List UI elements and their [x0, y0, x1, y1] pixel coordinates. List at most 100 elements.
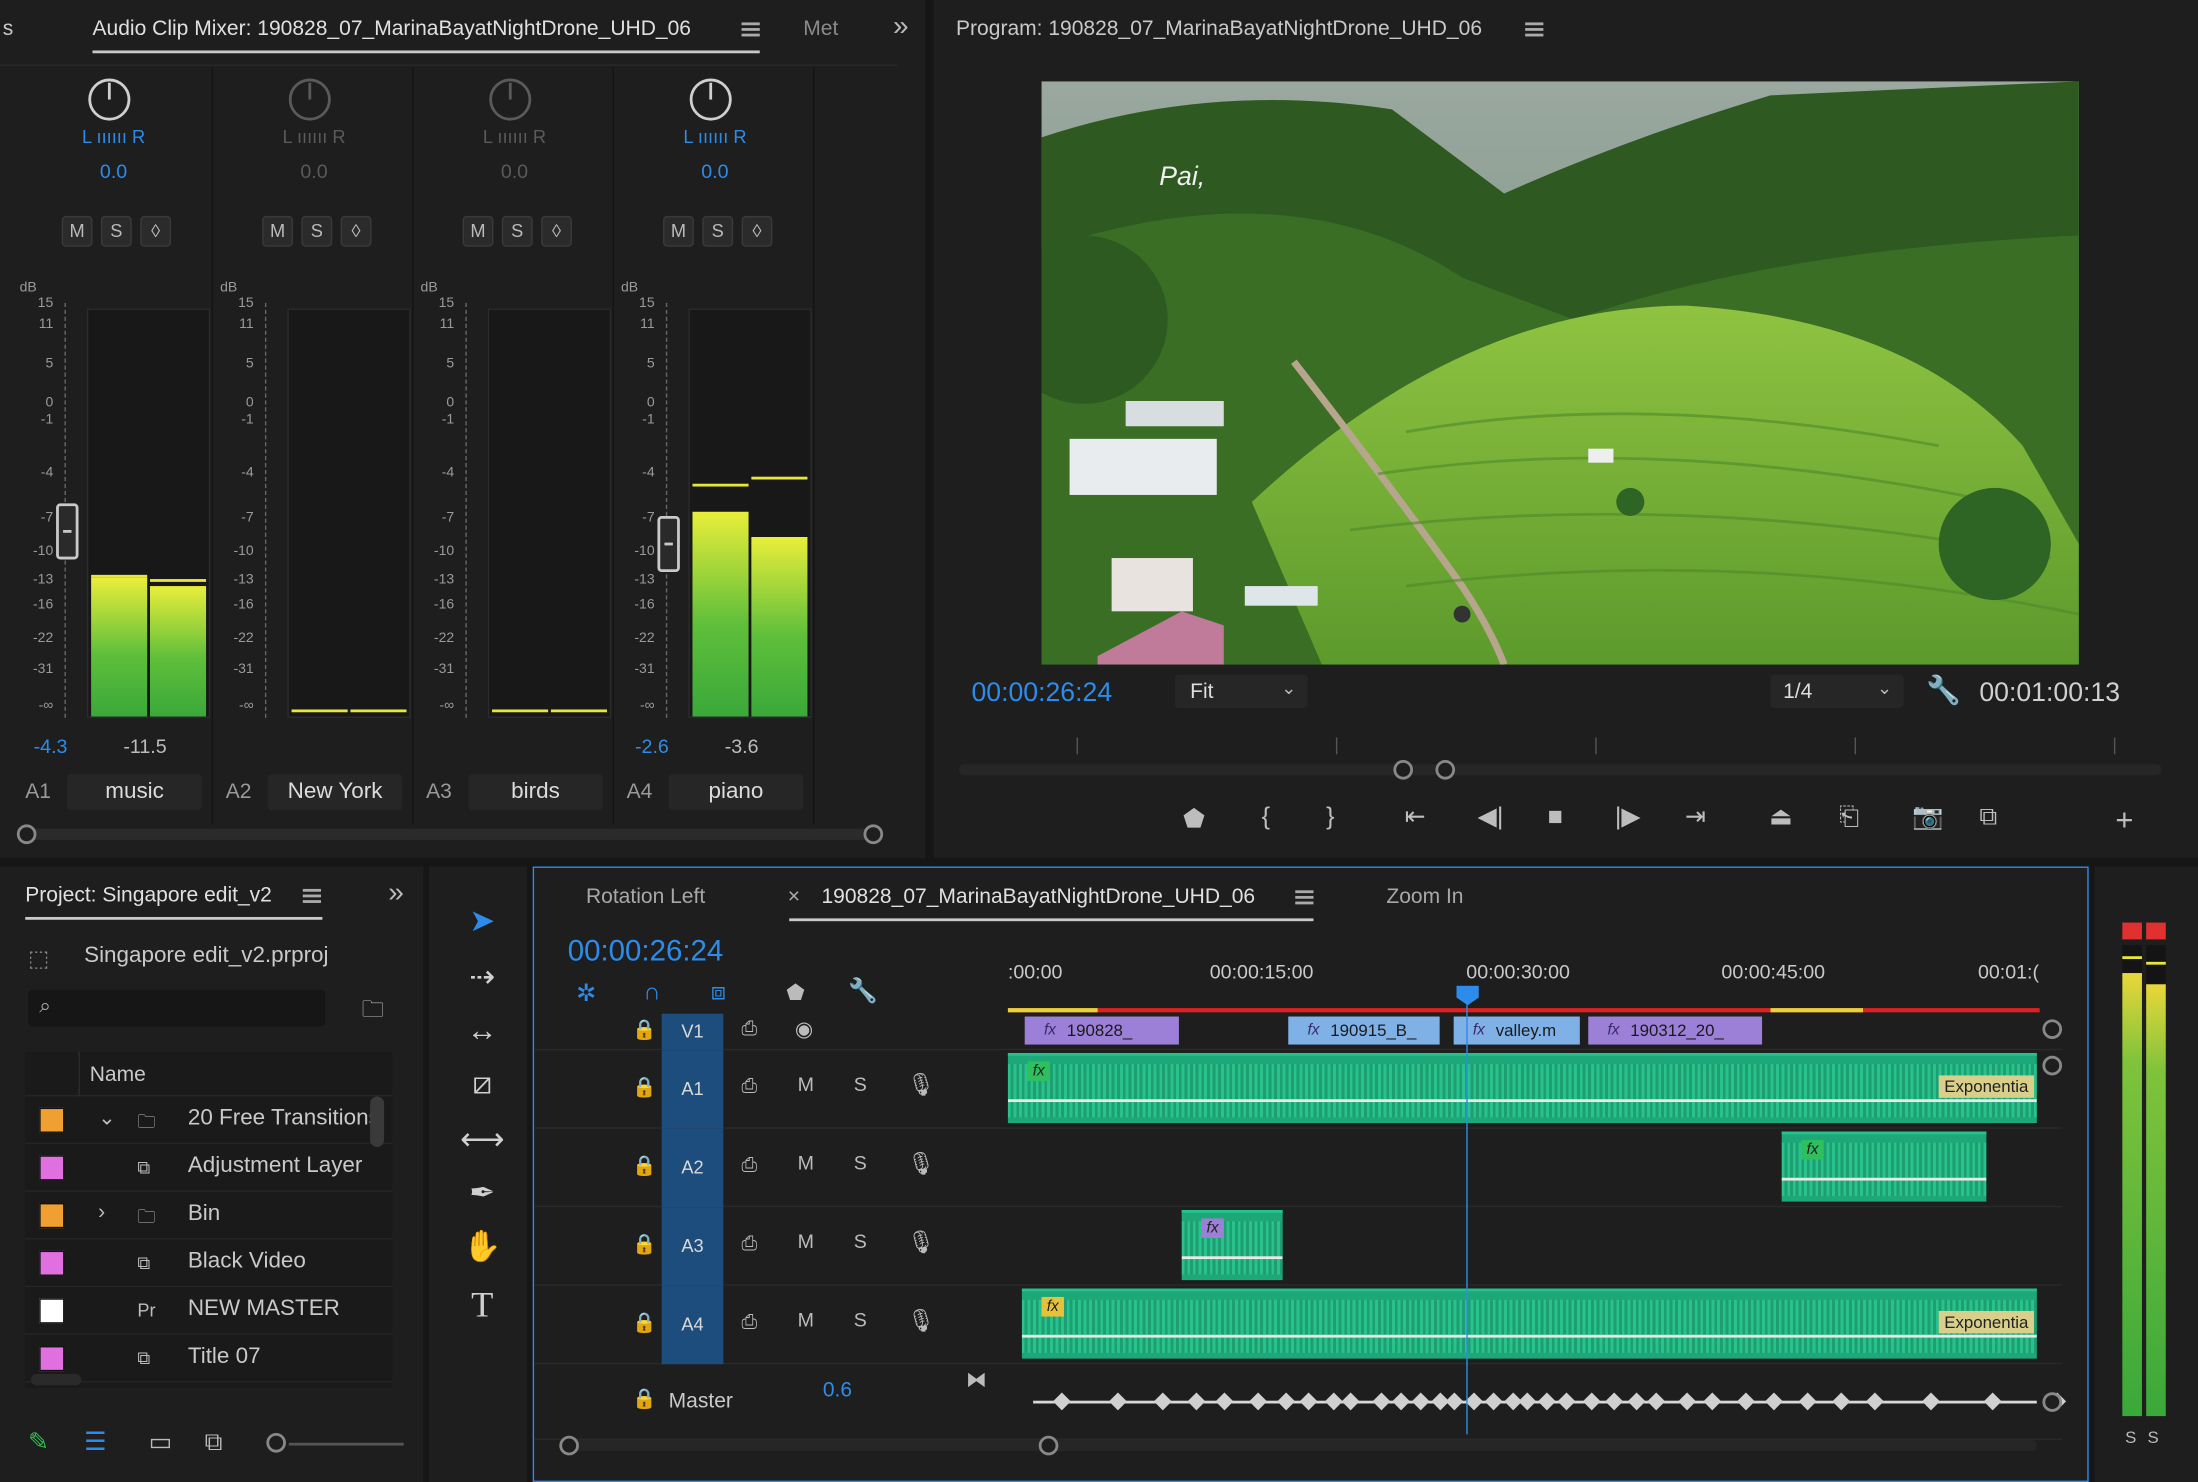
- program-zoom-scrollbar[interactable]: [958, 764, 2162, 776]
- write-keyframes-button[interactable]: ◊: [140, 215, 172, 247]
- pan-knob[interactable]: [88, 78, 131, 121]
- fader-track[interactable]: [665, 302, 677, 718]
- master-keyframe[interactable]: [1341, 1392, 1360, 1411]
- stop-icon[interactable]: ■: [1548, 802, 1563, 831]
- volume-rubber-band[interactable]: [1007, 1099, 2037, 1103]
- lock-icon[interactable]: 🔒: [632, 1075, 656, 1099]
- mute-track-button[interactable]: M: [798, 1151, 814, 1173]
- volume-rubber-band[interactable]: [1181, 1256, 1283, 1260]
- pan-knob[interactable]: [489, 78, 532, 121]
- step-forward-icon[interactable]: |▶: [1615, 802, 1641, 831]
- close-tab-icon[interactable]: ×: [788, 885, 800, 909]
- master-keyframe[interactable]: [1922, 1392, 1940, 1411]
- track-target-a1[interactable]: A1: [661, 1050, 724, 1129]
- master-keyframe[interactable]: [1372, 1392, 1391, 1411]
- master-volume-value[interactable]: 0.6: [823, 1378, 852, 1402]
- project-list-item[interactable]: › 🗀 Bin: [25, 1192, 393, 1240]
- project-list-item[interactable]: ⌄ 🗀 20 Free Transitions: [25, 1096, 393, 1145]
- fader-track[interactable]: [264, 302, 276, 718]
- track-height-handle[interactable]: [2042, 1055, 2063, 1076]
- video-clip[interactable]: fx 190828_: [1024, 1016, 1179, 1045]
- master-keyframe[interactable]: [1678, 1392, 1696, 1411]
- volume-fader-handle[interactable]: [657, 515, 680, 573]
- track-target-a4[interactable]: A4: [661, 1285, 724, 1365]
- sync-lock-icon[interactable]: ⎙: [742, 1074, 758, 1098]
- mute-track-button[interactable]: M: [798, 1230, 814, 1252]
- master-keyframe[interactable]: [1605, 1392, 1624, 1411]
- tab-sequence[interactable]: 190828_07_MarinaBayatNightDrone_UHD_06: [821, 885, 1255, 909]
- timeline-ruler[interactable]: :00:00 00:00:15:00 00:00:30:00 00:00:45:…: [1007, 952, 2043, 1019]
- label-color-chip[interactable]: [39, 1346, 65, 1372]
- mixer-scroll-handle-left[interactable]: [16, 824, 37, 845]
- comparison-view-icon[interactable]: ⧉: [1979, 802, 1997, 831]
- write-keyframes-button[interactable]: ◊: [541, 215, 572, 247]
- pan-knob[interactable]: [689, 78, 732, 121]
- master-keyframe[interactable]: [1582, 1392, 1601, 1411]
- microphone-icon[interactable]: 🎙: [907, 1150, 935, 1178]
- add-marker-icon[interactable]: ⬟: [1183, 805, 1205, 834]
- project-item-name[interactable]: Title 07: [188, 1345, 261, 1370]
- master-keyframe[interactable]: [1324, 1392, 1343, 1411]
- master-keyframe[interactable]: [1703, 1392, 1722, 1411]
- timeline-settings-wrench-icon[interactable]: 🔧: [848, 977, 878, 1005]
- ripple-edit-tool-icon[interactable]: ↔: [460, 1012, 505, 1054]
- project-list-item[interactable]: ⧉ Adjustment Layer: [25, 1144, 393, 1192]
- project-list-item[interactable]: Pr NEW MASTER: [25, 1287, 393, 1335]
- write-keyframes-button[interactable]: ◊: [741, 215, 773, 247]
- mute-button[interactable]: M: [663, 215, 694, 247]
- label-color-chip[interactable]: [39, 1155, 65, 1181]
- sync-lock-icon[interactable]: ⎙: [742, 1231, 758, 1255]
- metadata-tab[interactable]: Met: [803, 17, 838, 41]
- pan-value[interactable]: 0.0: [14, 160, 213, 182]
- track-height-handle[interactable]: [2042, 1019, 2063, 1039]
- step-back-icon[interactable]: ◀|: [1477, 802, 1503, 831]
- microphone-icon[interactable]: 🎙: [907, 1307, 935, 1335]
- sync-lock-icon[interactable]: ⎙: [742, 1153, 758, 1177]
- track-select-tool-icon[interactable]: ⇢: [460, 959, 505, 1001]
- program-menu-icon[interactable]: [1525, 22, 1544, 37]
- master-keyframe[interactable]: [1215, 1392, 1234, 1411]
- project-item-name[interactable]: Bin: [188, 1202, 220, 1227]
- project-menu-icon[interactable]: [302, 888, 322, 903]
- mark-out-icon[interactable]: }: [1326, 802, 1334, 831]
- audio-clip[interactable]: fx Exponentia: [1021, 1288, 2037, 1359]
- master-volume-line[interactable]: [1033, 1392, 2067, 1411]
- master-keyframe[interactable]: [1537, 1392, 1556, 1411]
- expand-toggle-icon[interactable]: ⌄: [98, 1105, 116, 1130]
- snap-magnet-icon[interactable]: ∩: [643, 979, 660, 1007]
- solo-button[interactable]: S: [702, 215, 734, 247]
- wrench-settings-icon[interactable]: 🔧: [1926, 673, 1961, 708]
- microphone-icon[interactable]: 🎙: [907, 1228, 935, 1256]
- mute-button[interactable]: M: [262, 215, 293, 247]
- panel-overflow-icon[interactable]: »: [388, 878, 404, 910]
- timeline-horizontal-scrollbar[interactable]: [567, 1439, 2037, 1452]
- nest-toggle-icon[interactable]: ✲: [576, 980, 596, 1008]
- label-color-chip[interactable]: [39, 1298, 65, 1324]
- project-item-name[interactable]: 20 Free Transitions: [188, 1106, 380, 1131]
- mute-button[interactable]: M: [61, 215, 93, 247]
- solo-button[interactable]: S: [100, 215, 132, 247]
- program-zoom-handle-right[interactable]: [1435, 759, 1456, 780]
- pan-value[interactable]: 0.0: [615, 160, 814, 182]
- solo-track-button[interactable]: S: [854, 1151, 867, 1173]
- channel-name[interactable]: New York: [267, 773, 403, 811]
- resolution-dropdown[interactable]: 1/4 ⌄: [1770, 674, 1904, 709]
- hand-tool-icon[interactable]: ✋: [460, 1228, 505, 1270]
- export-frame-camera-icon[interactable]: 📷: [1912, 802, 1943, 831]
- linked-selection-icon[interactable]: ⧈: [711, 979, 726, 1007]
- pan-value[interactable]: 0.0: [214, 160, 413, 182]
- panel-overflow-icon[interactable]: »: [893, 11, 909, 43]
- lock-icon[interactable]: 🔒: [632, 1387, 656, 1411]
- zoom-slider-track[interactable]: [288, 1442, 404, 1446]
- volume-rubber-band[interactable]: [1781, 1177, 1987, 1181]
- mixer-tab-title[interactable]: Audio Clip Mixer: 190828_07_MarinaBayatN…: [93, 17, 691, 41]
- master-keyframe[interactable]: [1109, 1392, 1127, 1411]
- master-keyframe[interactable]: [1277, 1392, 1296, 1411]
- zoom-slider-handle[interactable]: [266, 1432, 286, 1453]
- timeline-scroll-handle-left[interactable]: [559, 1435, 579, 1456]
- master-keyframe[interactable]: [1518, 1392, 1537, 1411]
- solo-button[interactable]: S: [501, 215, 533, 247]
- mute-track-button[interactable]: M: [798, 1308, 814, 1330]
- project-item-name[interactable]: Black Video: [188, 1249, 306, 1274]
- program-time-ruler[interactable]: [959, 737, 2165, 758]
